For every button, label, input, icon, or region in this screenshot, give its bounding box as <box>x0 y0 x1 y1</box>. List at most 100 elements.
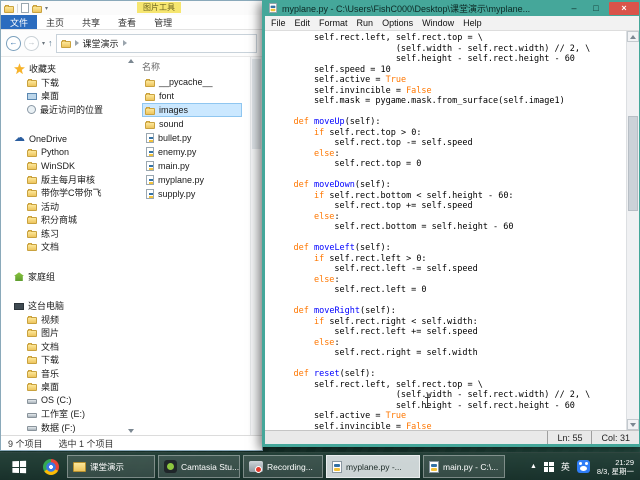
menu-help[interactable]: Help <box>463 18 482 28</box>
file-list-scrollbar[interactable] <box>250 57 262 435</box>
maximize-button[interactable]: □ <box>587 2 605 15</box>
sidebar-item[interactable]: OS (C:) <box>1 394 135 408</box>
start-button[interactable] <box>3 454 35 480</box>
file-row[interactable]: supply.py <box>142 187 242 201</box>
sidebar-item[interactable]: 工作室 (E:) <box>1 407 135 421</box>
selection-count: 选中 1 个项目 <box>59 437 114 450</box>
qat-new-folder-icon[interactable] <box>32 6 42 13</box>
sidebar-item-label: 视频 <box>41 313 59 326</box>
qat-properties-icon[interactable] <box>21 3 29 13</box>
up-button[interactable]: ↑ <box>48 38 53 48</box>
taskbar-task[interactable]: Camtasia Stu... <box>158 455 240 478</box>
tray-blue-app-icon[interactable] <box>577 460 590 473</box>
sidebar-item-label: 桌面 <box>41 380 59 393</box>
sidebar-item[interactable]: 带你学C带你飞 <box>1 186 135 200</box>
drive-icon <box>27 413 37 418</box>
ribbon-tab-4[interactable]: 查看 <box>109 15 145 29</box>
menu-format[interactable]: Format <box>319 18 348 28</box>
code-line: self.rect.top = 0 <box>273 159 626 170</box>
idle-titlebar[interactable]: myplane.py - C:\Users\FishC000\Desktop\课… <box>265 0 639 16</box>
sidebar-item[interactable]: 练习 <box>1 227 135 241</box>
sidebar-item[interactable]: 数据 (F:) <box>1 421 135 435</box>
breadcrumb[interactable]: 课堂演示 <box>56 34 257 53</box>
taskbar-task[interactable]: main.py - C:\... <box>423 455 505 478</box>
file-row[interactable]: main.py <box>142 159 242 173</box>
folder-icon <box>27 371 37 378</box>
file-row[interactable]: myplane.py <box>142 173 242 187</box>
code-line <box>273 233 626 244</box>
history-caret-icon[interactable]: ▾ <box>42 40 45 47</box>
scroll-down-icon[interactable] <box>627 419 639 430</box>
menu-window[interactable]: Window <box>422 18 454 28</box>
code-line: self.active = True <box>273 411 626 422</box>
divider <box>17 4 18 13</box>
file-row[interactable]: sound <box>142 117 242 131</box>
column-header-name[interactable]: 名称 <box>142 57 250 75</box>
sidebar-item[interactable]: 桌面 <box>1 89 135 103</box>
clock-date: 8/3, 星期一 <box>597 467 634 476</box>
sidebar-item[interactable]: 最近访问的位置 <box>1 103 135 117</box>
editor-scrollbar[interactable] <box>626 31 639 430</box>
ribbon-tab-2[interactable]: 主页 <box>37 15 73 29</box>
sidebar-item[interactable]: WinSDK <box>1 159 135 173</box>
sidebar-item[interactable]: Python <box>1 146 135 160</box>
sidebar-item[interactable]: 下载 <box>1 353 135 367</box>
file-row[interactable]: __pycache__ <box>142 75 242 89</box>
ime-language-indicator[interactable]: 英 <box>561 460 570 473</box>
scroll-down-icon[interactable] <box>128 429 134 433</box>
back-button[interactable]: ← <box>6 36 21 51</box>
system-tray: ▲ 英 21:29 8/3, 星期一 <box>530 458 637 476</box>
sidebar-item[interactable]: 下载 <box>1 76 135 90</box>
sidebar-item[interactable]: 音乐 <box>1 367 135 381</box>
scrollbar-thumb[interactable] <box>628 116 638 211</box>
scrollbar-thumb[interactable] <box>252 59 261 149</box>
menu-options[interactable]: Options <box>382 18 413 28</box>
code-line <box>273 359 626 370</box>
scroll-up-icon[interactable] <box>627 31 639 42</box>
file-name: font <box>159 91 174 101</box>
file-row[interactable]: enemy.py <box>142 145 242 159</box>
taskbar-clock[interactable]: 21:29 8/3, 星期一 <box>597 458 634 476</box>
ribbon-tab-1[interactable]: 文件 <box>1 15 37 29</box>
code-line: self.speed = 10 <box>273 65 626 76</box>
sidebar-item-label: 版主每月审核 <box>41 173 95 186</box>
ribbon-tab-3[interactable]: 共享 <box>73 15 109 29</box>
menu-edit[interactable]: Edit <box>295 18 311 28</box>
show-hidden-icons-button[interactable]: ▲ <box>530 463 537 470</box>
qat-customize-caret-icon[interactable]: ▾ <box>45 5 48 12</box>
taskbar-task[interactable]: myplane.py -... <box>326 455 420 478</box>
breadcrumb-path[interactable]: 课堂演示 <box>83 37 119 50</box>
sidebar-item[interactable]: 这台电脑 <box>1 299 135 313</box>
file-row[interactable]: font <box>142 89 242 103</box>
minimize-button[interactable]: – <box>565 2 583 15</box>
taskbar-task[interactable]: 课堂演示 <box>67 455 155 478</box>
sidebar-item[interactable]: 图片 <box>1 326 135 340</box>
explorer-titlebar[interactable]: ▾ 图片工具 <box>1 1 262 15</box>
sidebar-item[interactable]: 积分商城 <box>1 213 135 227</box>
code-line: self.rect.top += self.speed <box>273 201 626 212</box>
taskbar-task[interactable]: Recording... <box>243 455 323 478</box>
tray-grid-icon[interactable] <box>544 462 554 472</box>
scroll-up-icon[interactable] <box>128 59 134 63</box>
file-row[interactable]: bullet.py <box>142 131 242 145</box>
code-line: else: <box>273 212 626 223</box>
sidebar-item[interactable]: 文档 <box>1 240 135 254</box>
menu-run[interactable]: Run <box>357 18 374 28</box>
sidebar-item-label: 收藏夹 <box>29 62 56 75</box>
ribbon-tab-5[interactable]: 管理 <box>145 15 181 29</box>
file-row[interactable]: images <box>142 103 242 117</box>
sidebar-item[interactable]: 文档 <box>1 340 135 354</box>
code-editor[interactable]: self.rect.left, self.rect.top = \ (self.… <box>265 31 626 430</box>
navigation-scrollbar[interactable] <box>126 59 135 433</box>
chrome-taskbar-icon[interactable] <box>38 454 64 480</box>
close-button[interactable]: × <box>609 2 639 15</box>
sidebar-item[interactable]: 桌面 <box>1 380 135 394</box>
menu-file[interactable]: File <box>271 18 286 28</box>
sidebar-item[interactable]: OneDrive <box>1 132 135 146</box>
forward-button[interactable]: → <box>24 36 39 51</box>
sidebar-item[interactable]: 视频 <box>1 313 135 327</box>
sidebar-item[interactable]: 家庭组 <box>1 270 135 284</box>
sidebar-item[interactable]: 版主每月审核 <box>1 173 135 187</box>
sidebar-item[interactable]: 收藏夹 <box>1 62 135 76</box>
sidebar-item[interactable]: 活动 <box>1 200 135 214</box>
